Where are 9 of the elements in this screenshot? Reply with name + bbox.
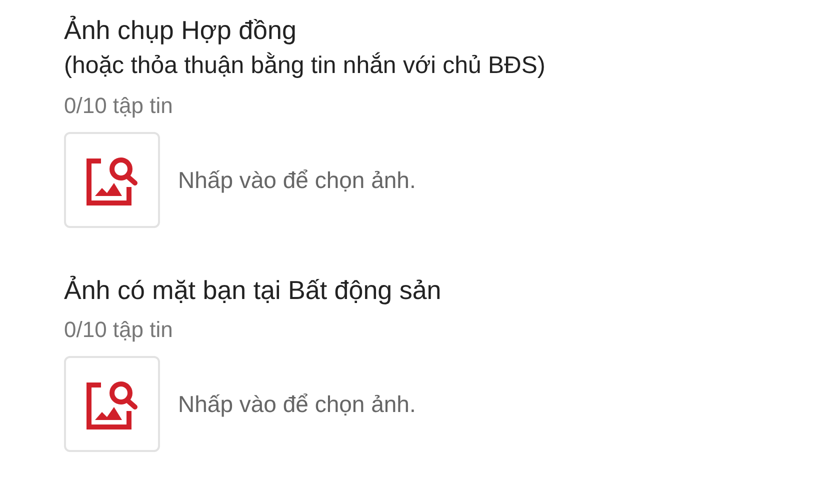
file-count: 0/10 tập tin xyxy=(64,92,174,120)
file-count: 0/10 tập tin xyxy=(64,316,174,344)
upload-hint: Nhấp vào để chọn ảnh. xyxy=(178,166,416,194)
upload-hint: Nhấp vào để chọn ảnh. xyxy=(178,390,416,418)
section-subtitle: (hoặc thỏa thuận bằng tin nhắn với chủ BĐS) xyxy=(64,51,546,81)
image-upload-button[interactable] xyxy=(64,356,160,452)
section-title: Ảnh có mặt bạn tại Bất động sản xyxy=(64,274,442,307)
section-title: Ảnh chụp Hợp đồng xyxy=(64,14,298,47)
image-upload-button[interactable] xyxy=(64,132,160,228)
